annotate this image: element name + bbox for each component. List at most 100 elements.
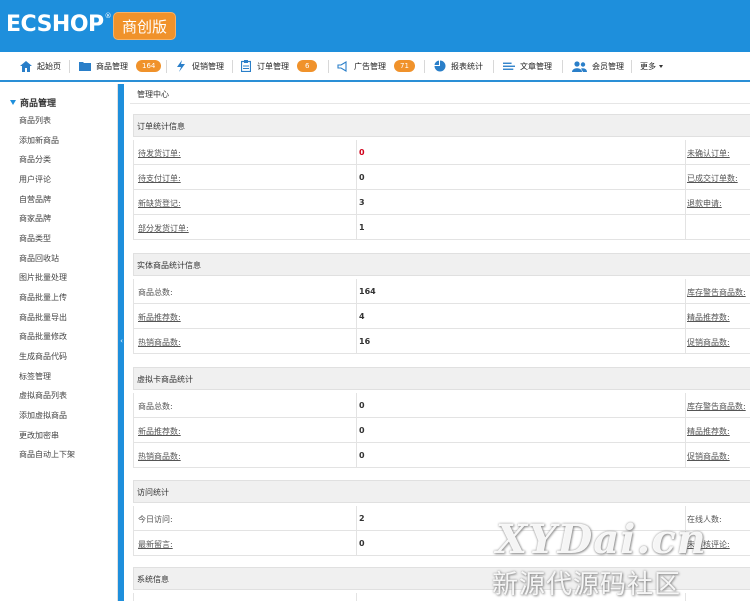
nav-separator: [69, 60, 70, 73]
sidebar-item[interactable]: 虚拟商品列表: [19, 390, 67, 401]
stat-value: 0: [359, 148, 365, 157]
nav-promo[interactable]: 促销管理: [175, 52, 224, 80]
sidebar-item[interactable]: 更改加密串: [19, 430, 59, 441]
stat-value: 0: [359, 451, 365, 460]
stat-value: 0: [359, 426, 365, 435]
nav-ads[interactable]: 广告管理 71: [337, 52, 415, 80]
nav-reports-label: 报表统计: [451, 61, 483, 71]
sidebar-item[interactable]: 商品列表: [19, 115, 51, 126]
stat-value: 3: [359, 198, 365, 207]
top-nav: 起始页 商品管理 164 促销管理 订单管理 6 广告管理 71 报表统计 文章…: [0, 52, 750, 82]
nav-goods[interactable]: 商品管理 164: [79, 52, 162, 80]
nav-home-label: 起始页: [37, 61, 61, 71]
sidebar-item[interactable]: 商家品牌: [19, 213, 51, 224]
ecshop-logo[interactable]: ECSHOP®: [6, 12, 112, 37]
sidebar-item[interactable]: 自营品牌: [19, 194, 51, 205]
lightning-icon: [175, 60, 187, 72]
home-icon: [20, 60, 32, 72]
sidebar-item[interactable]: 商品批量上传: [19, 292, 67, 303]
sidebar-item[interactable]: 商品回收站: [19, 253, 59, 264]
stat-label-link[interactable]: 部分发货订单:: [138, 223, 189, 234]
sidebar-item[interactable]: 商品批量导出: [19, 312, 67, 323]
stat-value: 164: [359, 287, 376, 296]
nav-reports[interactable]: 报表统计: [434, 52, 483, 80]
section-virtual-stats-title: 虚拟卡商品统计: [133, 367, 750, 390]
watermark-logo: XYDai.cn: [496, 516, 707, 563]
table-row: 新品推荐数: 0 精品推荐数:: [133, 418, 750, 443]
nav-members-label: 会员管理: [592, 61, 624, 71]
stat-label-link[interactable]: 库存警告商品数:: [687, 287, 746, 298]
stat-label: 今日访问:: [138, 515, 173, 524]
nav-separator: [493, 60, 494, 73]
stat-label-link[interactable]: 促销商品数:: [687, 337, 730, 348]
section-visit-stats-title: 访问统计: [133, 480, 750, 503]
section-order-stats-title: 订单统计信息: [133, 114, 750, 137]
stat-label-link[interactable]: 热销商品数:: [138, 337, 181, 348]
stat-label-link[interactable]: 精品推荐数:: [687, 312, 730, 323]
sidebar-item[interactable]: 添加虚拟商品: [19, 410, 67, 421]
nav-more-dropdown[interactable]: 更多: [640, 52, 663, 80]
goods-count-badge: 164: [136, 60, 162, 72]
pie-chart-icon: [434, 60, 446, 72]
stat-label-link[interactable]: 待发货订单:: [138, 148, 181, 159]
header-bar: ECSHOP® 商创版: [0, 0, 750, 52]
nav-members[interactable]: 会员管理: [572, 52, 624, 80]
breadcrumb-divider: [130, 103, 750, 104]
stat-label: 商品总数:: [138, 288, 173, 297]
nav-articles[interactable]: 文章管理: [503, 52, 552, 80]
sidebar-item[interactable]: 用户评论: [19, 174, 51, 185]
stat-label-link[interactable]: 新缺货登记:: [138, 198, 181, 209]
stat-label-link[interactable]: 退款申请:: [687, 198, 722, 209]
nav-home[interactable]: 起始页: [20, 52, 61, 80]
nav-more-label: 更多: [640, 61, 656, 71]
stat-value: 0: [359, 539, 365, 548]
expand-triangle-icon: [10, 100, 16, 105]
sidebar-item[interactable]: 商品分类: [19, 154, 51, 165]
table-row: 商品总数: 164 库存警告商品数:: [133, 279, 750, 304]
nav-separator: [166, 60, 167, 73]
sidebar-item[interactable]: 商品批量修改: [19, 331, 67, 342]
sidebar-item[interactable]: 商品类型: [19, 233, 51, 244]
clipboard-icon: [240, 60, 252, 72]
nav-articles-label: 文章管理: [520, 61, 552, 71]
stat-label-link[interactable]: 已成交订单数:: [687, 173, 738, 184]
table-row: 待支付订单: 0 已成交订单数:: [133, 165, 750, 190]
sidebar-item[interactable]: 标签管理: [19, 371, 51, 382]
nav-separator: [424, 60, 425, 73]
sidebar-item[interactable]: 添加新商品: [19, 135, 59, 146]
nav-separator: [232, 60, 233, 73]
nav-goods-label: 商品管理: [96, 61, 128, 71]
stat-label-link[interactable]: 待支付订单:: [138, 173, 181, 184]
stat-label-link[interactable]: 最新留言:: [138, 539, 173, 550]
logo-text: ECSHOP: [6, 12, 104, 37]
stat-label-link[interactable]: 精品推荐数:: [687, 426, 730, 437]
stat-value: 0: [359, 401, 365, 410]
orders-count-badge: 6: [297, 60, 318, 72]
stat-label-link[interactable]: 新品推荐数:: [138, 312, 181, 323]
users-icon: [572, 60, 587, 72]
stat-label-link[interactable]: 新品推荐数:: [138, 426, 181, 437]
stat-label-link[interactable]: 未确认订单:: [687, 148, 730, 159]
sidebar-group-goods[interactable]: 商品管理: [10, 96, 56, 109]
stat-label: 商品总数:: [138, 402, 173, 411]
sidebar-item[interactable]: 生成商品代码: [19, 351, 67, 362]
sidebar-group-title: 商品管理: [20, 99, 57, 109]
stat-label-link[interactable]: 热销商品数:: [138, 451, 181, 462]
section-goods-stats-title: 实体商品统计信息: [133, 253, 750, 276]
nav-separator: [328, 60, 329, 73]
stat-label-link[interactable]: 库存警告商品数:: [687, 401, 746, 412]
lines-icon: [503, 60, 515, 72]
nav-promo-label: 促销管理: [192, 61, 224, 71]
sidebar-item[interactable]: 图片批量处理: [19, 272, 67, 283]
table-row: 待发货订单: 0 未确认订单:: [133, 140, 750, 165]
watermark-caption: 新源代源码社区: [492, 570, 682, 600]
sidebar-item[interactable]: 商品自动上下架: [19, 449, 75, 460]
nav-separator: [631, 60, 632, 73]
nav-orders[interactable]: 订单管理 6: [240, 52, 318, 80]
caret-down-icon: [659, 64, 663, 68]
breadcrumb[interactable]: 管理中心: [137, 89, 169, 100]
ads-count-badge: 71: [394, 60, 415, 72]
table-row: 部分发货订单: 1: [133, 215, 750, 240]
stat-label-link[interactable]: 促销商品数:: [687, 451, 730, 462]
table-row: 商品总数: 0 库存警告商品数:: [133, 393, 750, 418]
